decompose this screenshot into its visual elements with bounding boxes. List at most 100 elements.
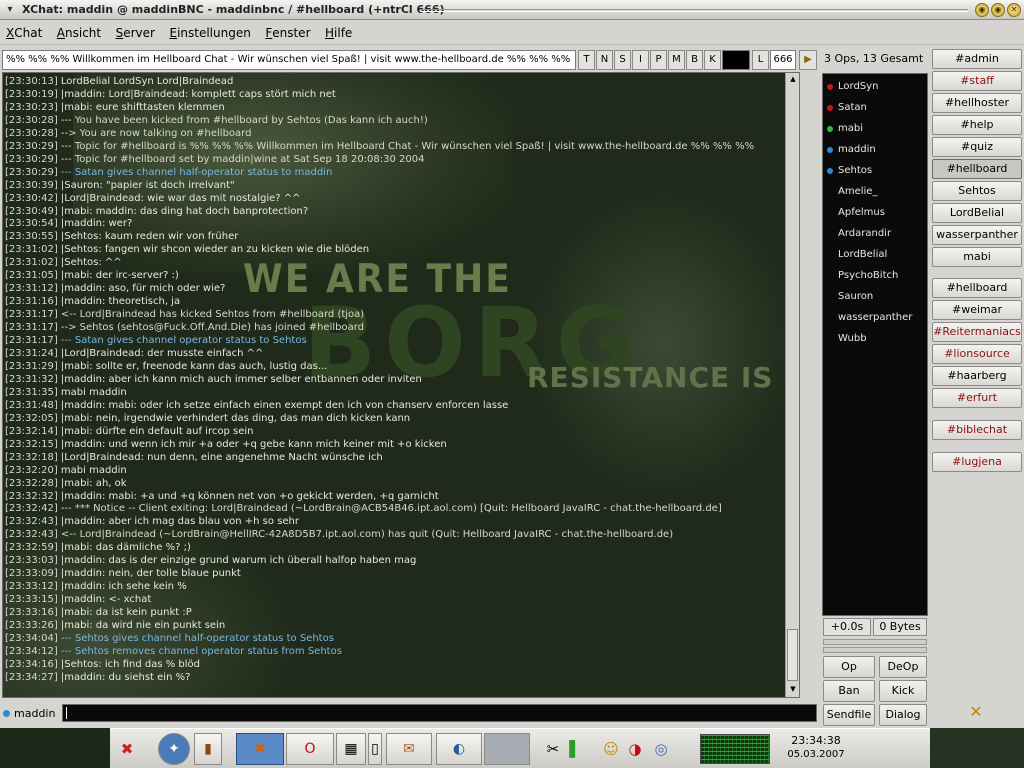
channel-tab[interactable]: #haarberg bbox=[932, 366, 1022, 386]
task-empty-slot[interactable] bbox=[484, 733, 530, 765]
launcher-star-icon[interactable]: ✦ bbox=[158, 733, 190, 765]
chat-area[interactable]: WE ARE THE BORG RESISTANCE IS FUTILE [23… bbox=[2, 72, 800, 698]
chat-line: [23:34:12] --- Sehtos removes channel op… bbox=[5, 645, 785, 658]
user-list-item[interactable]: Amelie_ bbox=[823, 183, 927, 201]
launcher-book-icon[interactable]: ▮ bbox=[194, 733, 222, 765]
channel-tab[interactable]: #hellboard bbox=[932, 159, 1022, 179]
menu-hilfe[interactable]: Hilfe bbox=[319, 21, 357, 40]
op-button[interactable]: Op bbox=[823, 656, 875, 678]
opera-tray-icon[interactable]: ◑ bbox=[624, 738, 646, 760]
chat-text: mabi maddin bbox=[57, 386, 127, 398]
key-input[interactable] bbox=[722, 50, 750, 70]
mode-m-button[interactable]: M bbox=[668, 50, 685, 70]
channel-tab[interactable]: #hellboard bbox=[932, 278, 1022, 298]
arrow-right-icon[interactable]: ▶ bbox=[799, 50, 817, 70]
channel-tab[interactable]: LordBelial bbox=[932, 203, 1022, 223]
channel-tab[interactable]: #erfurt bbox=[932, 388, 1022, 408]
channel-tab[interactable]: #lionsource bbox=[932, 344, 1022, 364]
channel-tab[interactable]: #admin bbox=[932, 49, 1022, 69]
channel-tab[interactable]: #lugjena bbox=[932, 452, 1022, 472]
message-input[interactable] bbox=[62, 704, 817, 722]
task-opera-icon[interactable]: O bbox=[286, 733, 334, 765]
mode-p-button[interactable]: P bbox=[650, 50, 667, 70]
channel-tab[interactable]: #weimar bbox=[932, 300, 1022, 320]
user-name: Amelie_ bbox=[838, 186, 878, 197]
channel-tab[interactable]: #Reitermaniacs bbox=[932, 322, 1022, 342]
task-mail-icon[interactable]: ✉ bbox=[386, 733, 432, 765]
chat-scrollbar[interactable]: ▲ ▼ bbox=[785, 73, 799, 697]
task-xchat-icon[interactable]: ✖ bbox=[236, 733, 284, 765]
deop-button[interactable]: DeOp bbox=[879, 656, 927, 678]
user-list-item[interactable]: maddin bbox=[823, 141, 927, 159]
chat-timestamp: [23:31:29] bbox=[5, 360, 58, 372]
menu-fenster[interactable]: Fenster bbox=[259, 21, 315, 40]
close-window-button[interactable]: ✕ bbox=[1007, 3, 1021, 17]
title-bar[interactable]: ▾ XChat: maddin @ maddinBNC - maddinbnc … bbox=[0, 0, 1024, 20]
chat-timestamp: [23:32:43] bbox=[5, 529, 58, 541]
scroll-thumb[interactable] bbox=[787, 629, 798, 681]
maximize-button[interactable]: ◉ bbox=[991, 3, 1005, 17]
system-menu-icon[interactable]: ✖ bbox=[116, 738, 138, 760]
task-browser-icon[interactable]: ◐ bbox=[436, 733, 482, 765]
channel-tab[interactable]: Sehtos bbox=[932, 181, 1022, 201]
chat-timestamp: [23:32:18] bbox=[5, 451, 58, 463]
minimize-button[interactable]: ◉ bbox=[975, 3, 989, 17]
channel-tab[interactable]: #help bbox=[932, 115, 1022, 135]
channel-tab[interactable]: wasserpanther bbox=[932, 225, 1022, 245]
close-tab-icon[interactable]: ✕ bbox=[966, 702, 986, 722]
user-list-item[interactable]: PsychoBitch bbox=[823, 267, 927, 285]
task-terminal-icon[interactable]: ▦ bbox=[336, 733, 366, 765]
scroll-up-icon[interactable]: ▲ bbox=[788, 75, 798, 85]
kick-button[interactable]: Kick bbox=[879, 680, 927, 702]
mode-t-button[interactable]: T bbox=[578, 50, 595, 70]
chat-timestamp: [23:32:59] bbox=[5, 542, 58, 554]
limit-input[interactable]: 666 bbox=[770, 50, 796, 70]
user-list-item[interactable]: Wubb bbox=[823, 330, 927, 348]
chat-line: [23:31:35] mabi maddin bbox=[5, 386, 785, 399]
menu-server[interactable]: Server bbox=[110, 21, 160, 40]
chat-timestamp: [23:30:55] bbox=[5, 231, 58, 243]
user-icon[interactable]: ☺ bbox=[600, 738, 622, 760]
task-blank-icon[interactable]: ▯ bbox=[368, 733, 382, 765]
user-list-item[interactable]: LordSyn bbox=[823, 78, 927, 96]
nick-button[interactable]: maddin bbox=[2, 705, 58, 723]
user-list[interactable]: LordSyn Satan mabi maddin Sehtos Amelie_ Apfel… bbox=[822, 73, 928, 616]
mode-s-button[interactable]: S bbox=[614, 50, 631, 70]
channel-tab[interactable]: #hellhoster bbox=[932, 93, 1022, 113]
user-list-item[interactable]: Apfelmus bbox=[823, 204, 927, 222]
user-list-item[interactable]: Sauron bbox=[823, 288, 927, 306]
mode-l-button[interactable]: L bbox=[752, 50, 769, 70]
battery-icon[interactable]: ▌ bbox=[564, 738, 586, 760]
user-list-item[interactable]: wasserpanther bbox=[823, 309, 927, 327]
channel-tab[interactable]: #quiz bbox=[932, 137, 1022, 157]
chat-line: [23:32:42] --- *** Notice -- Client exit… bbox=[5, 502, 785, 515]
menu-xchat[interactable]: XChat bbox=[0, 21, 47, 40]
scroll-down-icon[interactable]: ▼ bbox=[788, 685, 798, 695]
topic-input[interactable]: %% %% %% Willkommen im Hellboard Chat - … bbox=[2, 50, 576, 70]
scissors-icon[interactable]: ✂ bbox=[542, 738, 564, 760]
chat-line: [23:31:17] --> Sehtos (sehtos@Fuck.Off.A… bbox=[5, 321, 785, 334]
mode-b-button[interactable]: B bbox=[686, 50, 703, 70]
user-list-item[interactable]: Satan bbox=[823, 99, 927, 117]
mode-i-button[interactable]: I bbox=[632, 50, 649, 70]
user-list-item[interactable]: mabi bbox=[823, 120, 927, 138]
window-menu-icon[interactable]: ▾ bbox=[3, 3, 17, 17]
channel-tab[interactable]: mabi bbox=[932, 247, 1022, 267]
user-list-item[interactable]: Ardarandir bbox=[823, 225, 927, 243]
menu-ansicht[interactable]: Ansicht bbox=[51, 21, 106, 40]
menu-einstellungen[interactable]: Einstellungen bbox=[163, 21, 255, 40]
mode-n-button[interactable]: N bbox=[596, 50, 613, 70]
mode-k-button[interactable]: K bbox=[704, 50, 721, 70]
network-icon[interactable]: ◎ bbox=[650, 738, 672, 760]
channel-tab[interactable]: #biblechat bbox=[932, 420, 1022, 440]
chat-text: |mabi: eure shifttasten klemmen bbox=[57, 101, 225, 113]
user-list-item[interactable]: Sehtos bbox=[823, 162, 927, 180]
chat-text: --- Topic for #hellboard set by maddin|w… bbox=[57, 153, 425, 165]
sendfile-button[interactable]: Sendfile bbox=[823, 704, 875, 726]
dialog-button[interactable]: Dialog bbox=[879, 704, 927, 726]
ban-button[interactable]: Ban bbox=[823, 680, 875, 702]
channel-tab[interactable]: #staff bbox=[932, 71, 1022, 91]
user-list-item[interactable]: LordBelial bbox=[823, 246, 927, 264]
chat-text: |Sehtos: kaum reden wir von früher bbox=[57, 231, 239, 243]
clock[interactable]: 23:34:38 05.03.2007 bbox=[780, 733, 852, 765]
